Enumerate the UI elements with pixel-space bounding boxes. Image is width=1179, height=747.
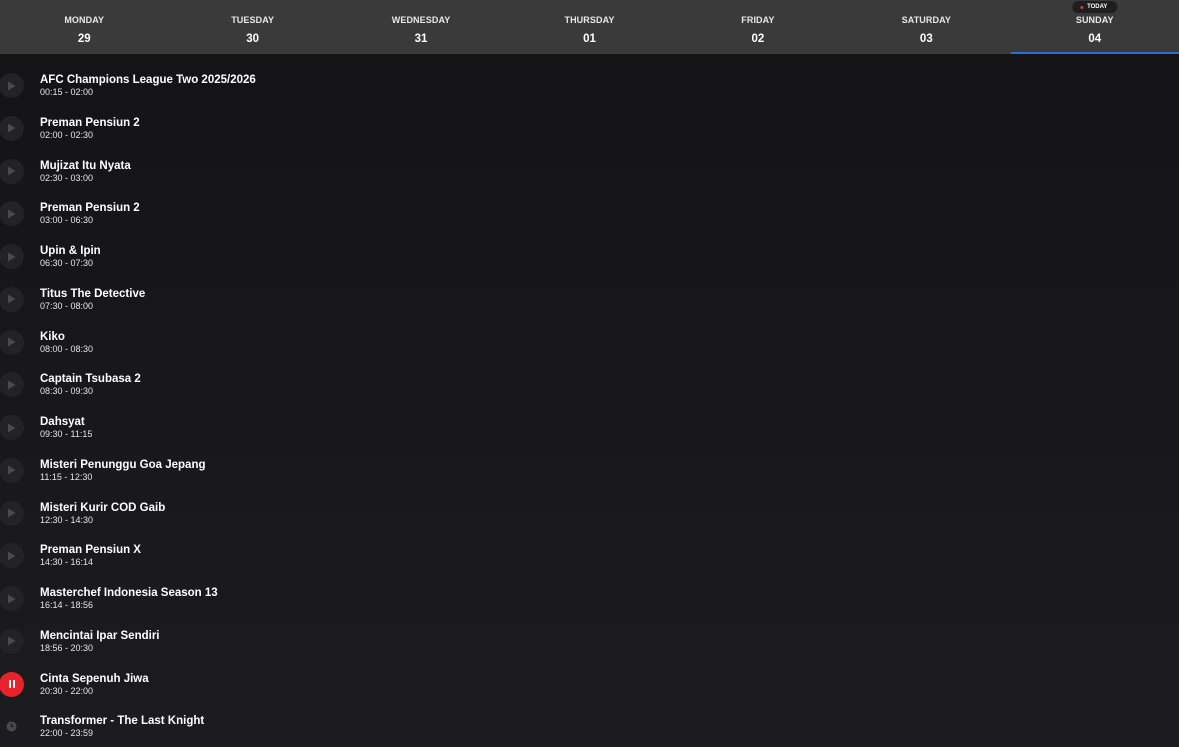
program-row[interactable]: Misteri Kurir COD Gaib 12:30 - 14:30 xyxy=(0,494,1179,534)
program-schedule: AFC Champions League Two 2025/2026 00:15 … xyxy=(0,54,1179,747)
program-row[interactable]: Mujizat Itu Nyata 02:30 - 03:00 xyxy=(0,152,1179,192)
day-name: FRIDAY xyxy=(741,15,775,25)
play-icon[interactable] xyxy=(0,286,24,312)
day-name: WEDNESDAY xyxy=(391,15,451,25)
day-name: THURSDAY xyxy=(564,15,615,25)
day-number: 03 xyxy=(919,33,933,45)
program-row[interactable]: Misteri Penunggu Goa Jepang 11:15 - 12:30 xyxy=(0,451,1179,491)
day-selector: MONDAY 29 TUESDAY 30 WEDNESDAY 31 THURSDAY 01 FR… xyxy=(0,0,1179,54)
program-time: 20:30 - 22:00 xyxy=(40,685,94,696)
program-time: 06:30 - 07:30 xyxy=(40,258,94,268)
program-row[interactable]: Cinta Sepenuh Jiwa 20:30 - 22:00 xyxy=(0,665,1179,705)
program-title[interactable]: Cinta Sepenuh Jiwa xyxy=(40,673,149,685)
day-tab-tuesday[interactable]: TUESDAY 30 xyxy=(168,0,336,54)
play-icon[interactable] xyxy=(0,244,24,269)
program-time: 02:00 - 02:30 xyxy=(40,129,94,140)
play-icon[interactable] xyxy=(0,586,24,611)
program-title[interactable]: Kiko xyxy=(40,331,65,343)
program-row[interactable]: Masterchef Indonesia Season 13 16:14 - 18… xyxy=(0,579,1179,619)
day-number: 01 xyxy=(583,33,596,45)
program-time: 09:30 - 11:15 xyxy=(40,429,93,439)
today-badge: TODAY xyxy=(1072,1,1118,13)
program-row[interactable]: Kiko 08:00 - 08:30 xyxy=(0,323,1179,363)
day-number: 30 xyxy=(246,33,260,45)
program-title[interactable]: Captain Tsubasa 2 xyxy=(40,373,141,385)
day-tab-thursday[interactable]: THURSDAY 01 xyxy=(505,0,673,54)
program-time: 12:30 - 14:30 xyxy=(40,514,94,525)
pause-icon[interactable] xyxy=(0,671,24,697)
play-icon[interactable] xyxy=(0,415,24,440)
day-name: SATURDAY xyxy=(901,15,951,25)
program-time: 16:14 - 18:56 xyxy=(40,600,94,610)
play-icon[interactable] xyxy=(0,158,24,184)
program-time: 08:30 - 09:30 xyxy=(40,386,94,397)
program-row[interactable]: Upin & Ipin 06:30 - 07:30 xyxy=(0,237,1179,277)
program-row[interactable]: Preman Pensiun X 14:30 - 16:14 xyxy=(0,536,1179,576)
program-title[interactable]: Preman Pensiun X xyxy=(40,544,141,556)
day-number: 04 xyxy=(1088,33,1102,45)
program-row[interactable]: Titus The Detective 07:30 - 08:00 xyxy=(0,280,1179,320)
program-title[interactable]: Preman Pensiun 2 xyxy=(40,117,140,129)
play-icon[interactable] xyxy=(0,115,24,141)
day-number: 31 xyxy=(414,33,428,45)
program-row[interactable]: Mencintai Ipar Sendiri 18:56 - 20:30 xyxy=(0,622,1179,662)
day-number: 29 xyxy=(77,33,91,45)
play-icon[interactable] xyxy=(0,329,24,355)
day-tab-sunday[interactable]: TODAY SUNDAY 04 xyxy=(1010,0,1179,54)
program-row[interactable]: Dahsyat 09:30 - 11:15 xyxy=(0,408,1179,448)
play-icon[interactable] xyxy=(0,628,24,654)
program-time: 03:00 - 06:30 xyxy=(40,215,94,226)
program-title[interactable]: Preman Pensiun 2 xyxy=(40,202,140,214)
play-icon[interactable] xyxy=(0,73,24,98)
program-time: 07:30 - 08:00 xyxy=(40,300,94,311)
today-badge-label: TODAY xyxy=(1087,4,1108,10)
program-time: 11:15 - 12:30 xyxy=(40,471,93,482)
program-time: 02:30 - 03:00 xyxy=(40,172,94,183)
play-icon[interactable] xyxy=(0,457,24,483)
program-title[interactable]: Mencintai Ipar Sendiri xyxy=(40,630,160,642)
program-title[interactable]: Misteri Penunggu Goa Jepang xyxy=(40,459,206,471)
program-time: 00:15 - 02:00 xyxy=(40,87,94,97)
day-name: TUESDAY xyxy=(231,15,275,25)
program-title[interactable]: Dahsyat xyxy=(40,416,85,428)
program-row[interactable]: Preman Pensiun 2 02:00 - 02:30 xyxy=(0,109,1179,149)
live-dot-icon xyxy=(1080,5,1084,9)
program-time: 08:00 - 08:30 xyxy=(40,343,94,354)
play-icon[interactable] xyxy=(0,543,24,569)
play-icon[interactable] xyxy=(0,500,24,526)
day-tab-friday[interactable]: FRIDAY 02 xyxy=(674,0,842,54)
program-row[interactable]: Captain Tsubasa 2 08:30 - 09:30 xyxy=(0,365,1179,405)
day-name: MONDAY xyxy=(64,15,105,25)
play-icon[interactable] xyxy=(0,372,24,398)
program-title[interactable]: Masterchef Indonesia Season 13 xyxy=(40,587,218,599)
clock-icon[interactable] xyxy=(0,714,24,739)
program-row[interactable]: AFC Champions League Two 2025/2026 00:15 … xyxy=(0,66,1179,106)
program-title[interactable]: Mujizat Itu Nyata xyxy=(40,160,131,172)
program-row[interactable]: Transformer - The Last Knight 22:00 - 23:… xyxy=(0,707,1179,747)
program-time: 14:30 - 16:14 xyxy=(40,557,94,568)
program-title[interactable]: AFC Champions League Two 2025/2026 xyxy=(40,74,256,86)
day-number: 02 xyxy=(751,33,765,45)
program-time: 22:00 - 23:59 xyxy=(40,728,94,739)
program-row[interactable]: Preman Pensiun 2 03:00 - 06:30 xyxy=(0,194,1179,234)
program-title[interactable]: Upin & Ipin xyxy=(40,245,101,257)
play-icon[interactable] xyxy=(0,201,24,227)
program-title[interactable]: Titus The Detective xyxy=(40,288,145,300)
program-title[interactable]: Transformer - The Last Knight xyxy=(40,715,204,727)
program-title[interactable]: Misteri Kurir COD Gaib xyxy=(40,502,165,514)
day-tab-wednesday[interactable]: WEDNESDAY 31 xyxy=(337,0,505,54)
day-name: SUNDAY xyxy=(1075,15,1114,25)
day-tab-monday[interactable]: MONDAY 29 xyxy=(0,0,168,54)
day-tab-saturday[interactable]: SATURDAY 03 xyxy=(842,0,1010,54)
program-time: 18:56 - 20:30 xyxy=(40,642,94,653)
